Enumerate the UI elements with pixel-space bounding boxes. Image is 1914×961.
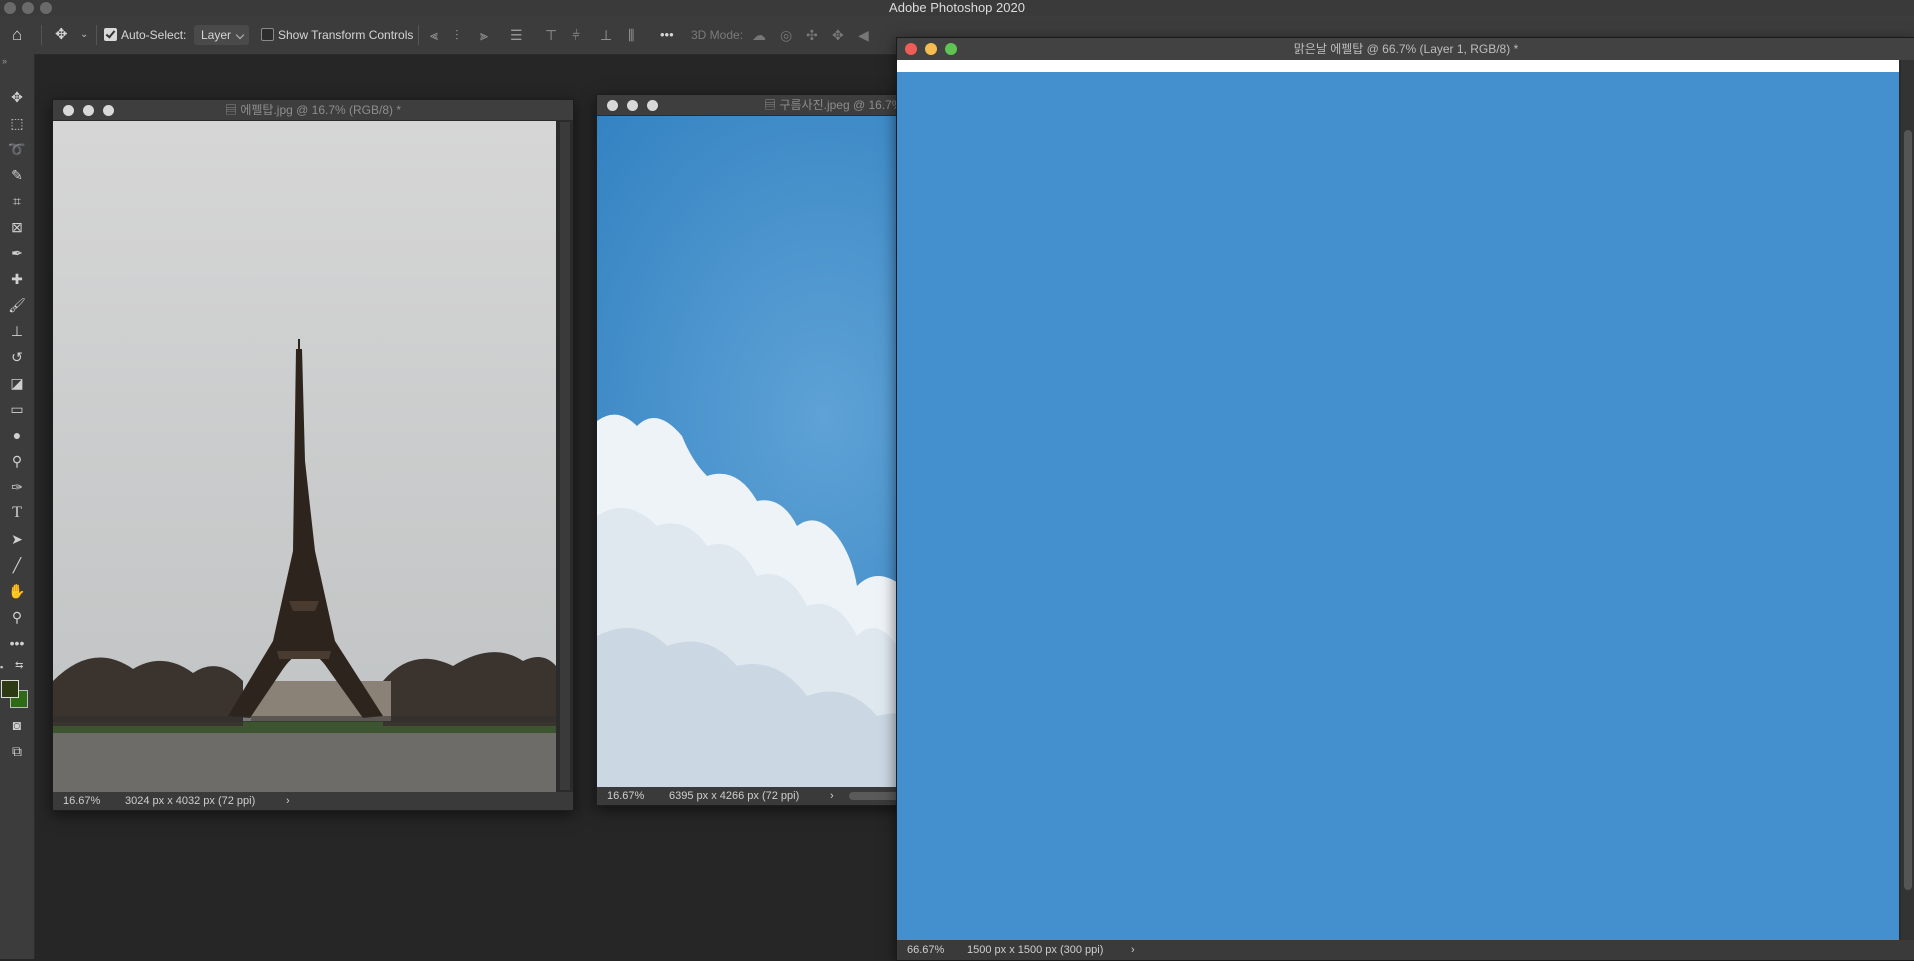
hand-tool-icon[interactable]: ✋ [5,580,29,602]
crop-tool-icon[interactable]: ⌗ [5,190,29,212]
zoom-app-button[interactable] [40,2,52,14]
show-transform-controls-checkbox[interactable]: Show Transform Controls [261,16,413,54]
path-selection-tool-icon[interactable]: ➤ [5,528,29,550]
scale-3d-icon[interactable]: ◀ [858,16,869,54]
document-title-bar[interactable]: 맑은날 에펠탑 @ 66.7% (Layer 1, RGB/8) * [897,38,1914,60]
clone-stamp-tool-icon[interactable]: ⊥ [5,320,29,342]
foreground-color-swatch[interactable] [1,680,19,698]
canvas-top-strip [897,60,1899,72]
document-dimensions: 3024 px x 4032 px (72 ppi) [125,795,256,807]
minimize-document-button[interactable] [627,100,638,111]
collapse-icon[interactable]: » [2,56,7,66]
move-tool-icon[interactable]: ✥ [5,86,29,108]
gradient-tool-icon[interactable]: ▭ [5,398,29,420]
vertical-scrollbar[interactable] [1901,60,1914,940]
close-document-button[interactable] [607,100,618,111]
quick-selection-tool-icon[interactable]: ✎ [5,164,29,186]
slide-3d-icon[interactable]: ✥ [832,16,844,54]
document-status-bar: 16.67% 3024 px x 4032 px (72 ppi) › [53,792,573,810]
history-brush-tool-icon[interactable]: ↺ [5,346,29,368]
zoom-document-button[interactable] [647,100,658,111]
brush-tool-icon[interactable]: 🖌 [5,294,29,316]
tools-panel: » ✥ ⬚ ➰ ✎ ⌗ ⊠ ✒ ✚ 🖌 ⊥ ↺ ◪ ▭ ● ⚲ ✑ T ➤ ╱ … [0,54,35,959]
auto-select-target-dropdown[interactable]: Layer [194,16,250,54]
divider [418,25,419,45]
quick-mask-icon[interactable]: ◙ [5,714,29,736]
align-left-icon[interactable]: ⫷ [430,16,438,54]
app-title-bar: Adobe Photoshop 2020 [0,0,1914,16]
zoom-tool-icon[interactable]: ⚲ [5,606,29,628]
eiffel-tower-photo [53,121,556,792]
distribute-horizontal-icon[interactable]: ☰ [510,16,523,54]
move-tool-preset-icon[interactable]: ✥ [55,16,68,54]
default-colors-icon[interactable]: ▪ [0,662,3,672]
document-dimensions: 1500 px x 1500 px (300 ppi) [967,944,1104,956]
home-icon[interactable]: ⌂ [12,16,22,54]
align-right-icon[interactable]: ⫸ [480,16,488,54]
zoom-document-button[interactable] [103,105,114,116]
document-file-icon: ▤ [764,98,780,112]
swap-colors-icon[interactable]: ⇆ [15,660,23,671]
canvas-composite[interactable] [897,72,1899,940]
document-status-bar: 66.67% 1500 px x 1500 px (300 ppi) › [897,940,1914,960]
document-title: 에펠탑.jpg @ 16.7% (RGB/8) * [240,103,402,117]
line-tool-icon[interactable]: ╱ [5,554,29,576]
document-file-icon: ▤ [224,103,241,117]
screen-mode-icon[interactable]: ⧉ [5,740,29,762]
minimize-document-button[interactable] [925,43,937,55]
zoom-level[interactable]: 16.67% [607,787,644,805]
status-menu-arrow[interactable]: › [286,792,290,810]
vertical-scrollbar-thumb[interactable] [1904,130,1912,890]
drag-3d-icon[interactable]: ✣ [806,16,818,54]
auto-select-label: Auto-Select: [121,28,187,42]
checkbox-checked-icon[interactable] [104,28,117,41]
vertical-scrollbar[interactable] [560,122,570,790]
distribute-vertical-icon[interactable]: ⫼ [628,16,634,54]
align-top-icon[interactable]: ⊤ [545,16,557,54]
document-title-bar[interactable]: ▤ 에펠탑.jpg @ 16.7% (RGB/8) * [53,100,573,120]
blur-tool-icon[interactable]: ● [5,424,29,446]
show-transform-label: Show Transform Controls [278,28,414,42]
auto-select-target-value[interactable]: Layer [194,25,250,45]
minimize-app-button[interactable] [22,2,34,14]
document-window-eiffel: ▤ 에펠탑.jpg @ 16.7% (RGB/8) * 16.67% 3024 … [52,99,574,811]
lasso-tool-icon[interactable]: ➰ [5,138,29,160]
close-app-button[interactable] [4,2,16,14]
minimize-document-button[interactable] [83,105,94,116]
status-menu-arrow[interactable]: › [1131,940,1135,960]
align-horizontal-center-icon[interactable]: ⫶ [455,16,459,54]
checkbox-unchecked-icon[interactable] [261,28,274,41]
dodge-tool-icon[interactable]: ⚲ [5,450,29,472]
zoom-level[interactable]: 66.67% [907,940,944,960]
divider [41,25,42,45]
marquee-tool-icon[interactable]: ⬚ [5,112,29,134]
document-title: 맑은날 에펠탑 @ 66.7% (Layer 1, RGB/8) * [1293,42,1519,56]
roll-3d-icon[interactable]: ◎ [780,16,792,54]
align-vertical-center-icon[interactable]: ⫩ [572,16,580,54]
eraser-tool-icon[interactable]: ◪ [5,372,29,394]
close-document-button[interactable] [63,105,74,116]
3d-mode-label: 3D Mode: [691,28,744,42]
zoom-level[interactable]: 16.67% [63,792,100,810]
align-bottom-icon[interactable]: ⊥ [600,16,612,54]
edit-toolbar-icon[interactable]: ••• [5,632,29,654]
orbit-3d-icon[interactable]: ☁ [752,16,766,54]
type-tool-icon[interactable]: T [5,502,29,524]
frame-tool-icon[interactable]: ⊠ [5,216,29,238]
app-title: Adobe Photoshop 2020 [889,0,1025,15]
more-options-button[interactable]: ••• [660,16,674,54]
auto-select-checkbox[interactable]: Auto-Select: [104,16,186,54]
close-document-button[interactable] [905,43,917,55]
document-dimensions: 6395 px x 4266 px (72 ppi) [669,790,800,802]
chevron-down-icon[interactable]: ⌄ [80,16,88,54]
eyedropper-tool-icon[interactable]: ✒ [5,242,29,264]
canvas-eiffel[interactable] [53,121,556,792]
status-menu-arrow[interactable]: › [830,787,834,805]
healing-brush-tool-icon[interactable]: ✚ [5,268,29,290]
pen-tool-icon[interactable]: ✑ [5,476,29,498]
zoom-document-button[interactable] [945,43,957,55]
document-window-composite: 맑은날 에펠탑 @ 66.7% (Layer 1, RGB/8) * 66.67… [896,37,1914,961]
divider [96,25,97,45]
